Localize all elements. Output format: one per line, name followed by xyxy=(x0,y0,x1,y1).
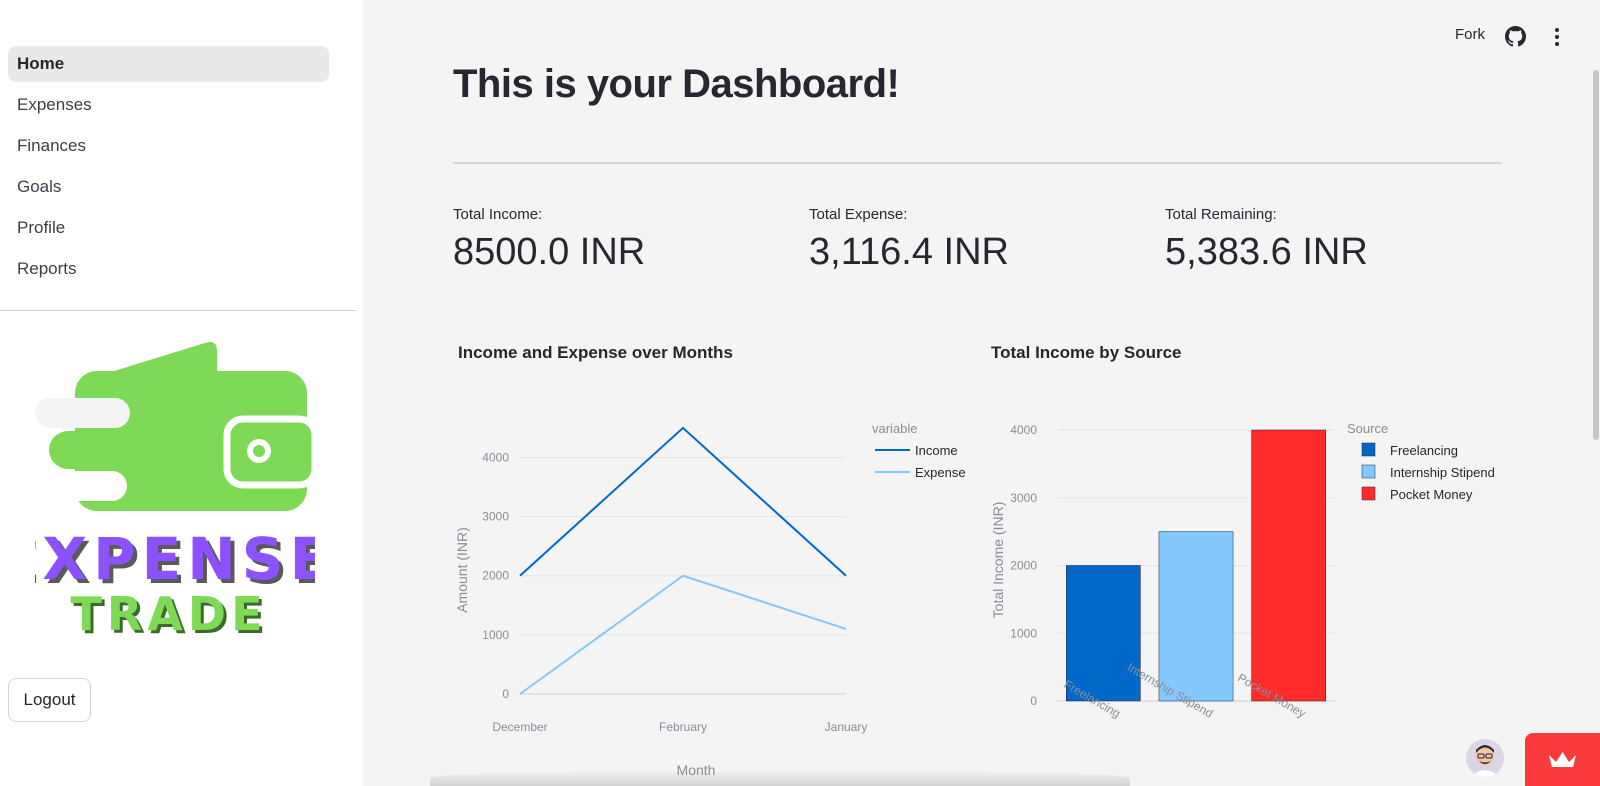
y-tick-label: 2000 xyxy=(482,569,509,583)
legend-label-expense: Expense xyxy=(915,465,966,480)
x-tick-label: February xyxy=(659,720,707,734)
bar-internship-stipend[interactable] xyxy=(1158,531,1234,702)
y-tick-label: 1000 xyxy=(1010,626,1037,640)
metric-label: Total Expense: xyxy=(809,206,908,223)
expense-trade-logo: EXPENSE EXPENSE TRADE TRADE xyxy=(35,342,315,644)
y-axis-title: Amount (INR) xyxy=(454,527,470,613)
line-chart-title: Income and Expense over Months xyxy=(458,343,733,362)
metric-value: 5,383.6 INR xyxy=(1165,231,1368,273)
wallet-icon xyxy=(35,342,315,511)
sidebar-item-reports[interactable]: Reports xyxy=(8,251,329,287)
legend-swatch-pocket-money xyxy=(1361,486,1376,501)
streamlit-badge-button[interactable] xyxy=(1525,733,1600,786)
y-tick-label: 0 xyxy=(502,687,509,701)
sidebar-divider xyxy=(0,310,356,311)
legend-item-pocket-money[interactable]: Pocket Money xyxy=(1361,486,1473,502)
logo-text-expense: EXPENSE xyxy=(35,525,315,593)
legend-item-expense[interactable]: Expense xyxy=(875,465,966,480)
avatar-icon xyxy=(1471,745,1499,777)
legend-item-internship-stipend[interactable]: Internship Stipend xyxy=(1361,464,1495,480)
main-divider xyxy=(453,162,1502,164)
crown-icon xyxy=(1549,752,1576,767)
x-tick-label: January xyxy=(825,720,868,734)
sidebar-item-profile[interactable]: Profile xyxy=(8,210,329,246)
scrollbar[interactable] xyxy=(1593,70,1599,440)
bar-chart-title: Total Income by Source xyxy=(991,343,1182,362)
bar-freelancing[interactable] xyxy=(1066,565,1141,702)
legend-label-internship-stipend: Internship Stipend xyxy=(1390,465,1495,480)
metric-total-remaining: Total Remaining: 5,383.6 INR xyxy=(1165,206,1368,274)
y-tick-label: 2000 xyxy=(1010,559,1037,573)
legend-item-income[interactable]: Income xyxy=(875,443,958,458)
metric-value: 3,116.4 INR xyxy=(809,231,1009,273)
sidebar-item-expenses[interactable]: Expenses xyxy=(8,87,329,123)
sidebar-item-goals[interactable]: Goals xyxy=(8,169,329,205)
y-axis-title: Total Income (INR) xyxy=(990,502,1006,619)
page-title: This is your Dashboard! xyxy=(453,62,900,106)
legend-swatch-freelancing xyxy=(1361,442,1376,457)
income-expense-line-chart: Amount (INR) Month variable Income Expen… xyxy=(454,421,966,778)
metric-value: 8500.0 INR xyxy=(453,231,646,273)
github-icon[interactable] xyxy=(1505,26,1526,47)
y-tick-label: 1000 xyxy=(482,628,509,642)
bottom-shadow xyxy=(430,770,1130,786)
legend-swatch-internship-stipend xyxy=(1361,464,1376,479)
y-tick-label: 0 xyxy=(1030,694,1037,708)
logo-text-trade: TRADE xyxy=(70,587,267,641)
sidebar-nav: Home Expenses Finances Goals Profile Rep… xyxy=(8,46,329,292)
sidebar-item-home[interactable]: Home xyxy=(8,46,329,82)
legend-label-pocket-money: Pocket Money xyxy=(1390,487,1473,502)
legend-title: Source xyxy=(1347,421,1388,436)
income-by-source-bar-chart: Total Income (INR) Source Freelancing In… xyxy=(990,421,1495,721)
sidebar-item-finances[interactable]: Finances xyxy=(8,128,329,164)
metric-total-income: Total Income: 8500.0 INR xyxy=(453,206,645,274)
logout-button[interactable]: Logout xyxy=(8,678,91,722)
legend-item-freelancing[interactable]: Freelancing xyxy=(1361,442,1458,458)
y-tick-label: 3000 xyxy=(1010,491,1037,505)
y-tick-label: 4000 xyxy=(1010,423,1037,437)
legend-label-income: Income xyxy=(915,443,958,458)
series-line-income[interactable] xyxy=(519,426,847,577)
y-tick-label: 3000 xyxy=(482,510,509,524)
x-tick-label: December xyxy=(492,720,547,734)
sidebar: Home Expenses Finances Goals Profile Rep… xyxy=(0,0,363,786)
fork-link[interactable]: Fork xyxy=(1455,26,1485,43)
metric-label: Total Income: xyxy=(453,206,543,223)
metric-total-expense: Total Expense: 3,116.4 INR xyxy=(809,206,1009,274)
y-tick-label: 4000 xyxy=(482,450,509,464)
bar-pocket-money[interactable] xyxy=(1251,429,1326,702)
metric-label: Total Remaining: xyxy=(1165,206,1277,223)
more-vertical-icon[interactable] xyxy=(1547,26,1567,48)
legend-title: variable xyxy=(872,421,918,436)
legend-label-freelancing: Freelancing xyxy=(1390,443,1458,458)
avatar[interactable] xyxy=(1466,739,1504,777)
